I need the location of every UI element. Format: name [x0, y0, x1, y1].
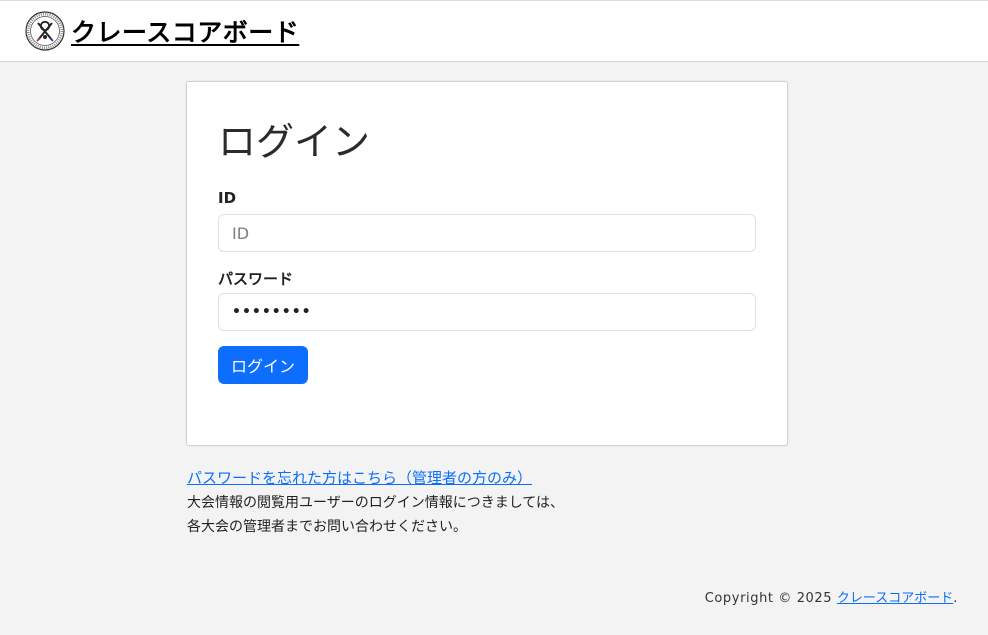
copyright-text: Copyright © 2025 [704, 591, 837, 606]
page-title: ログイン [218, 120, 371, 164]
id-input[interactable] [218, 214, 756, 252]
navbar: クレースコアボード [0, 1, 988, 62]
password-input[interactable] [218, 293, 756, 331]
login-button[interactable]: ログイン [218, 346, 308, 384]
help-text-line-1: 大会情報の閲覧用ユーザーのログイン情報につきましては、 [187, 495, 565, 511]
password-label: パスワード [218, 270, 294, 288]
login-card: ログイン ID パスワード ログイン [186, 81, 788, 446]
brand-link[interactable]: クレースコアボード [25, 11, 299, 51]
footer-period: . [953, 591, 958, 606]
brand-name[interactable]: クレースコアボード [71, 13, 299, 49]
footer-site-link[interactable]: クレースコアボード [837, 591, 953, 606]
club-emblem-icon [25, 11, 65, 51]
forgot-password-link[interactable]: パスワードを忘れた方はこちら（管理者の方のみ） [187, 467, 532, 488]
id-label: ID [218, 189, 237, 207]
footer: Copyright © 2025 クレースコアボード. [705, 587, 958, 606]
help-text-line-2: 各大会の管理者までお問い合わせください。 [187, 519, 467, 535]
